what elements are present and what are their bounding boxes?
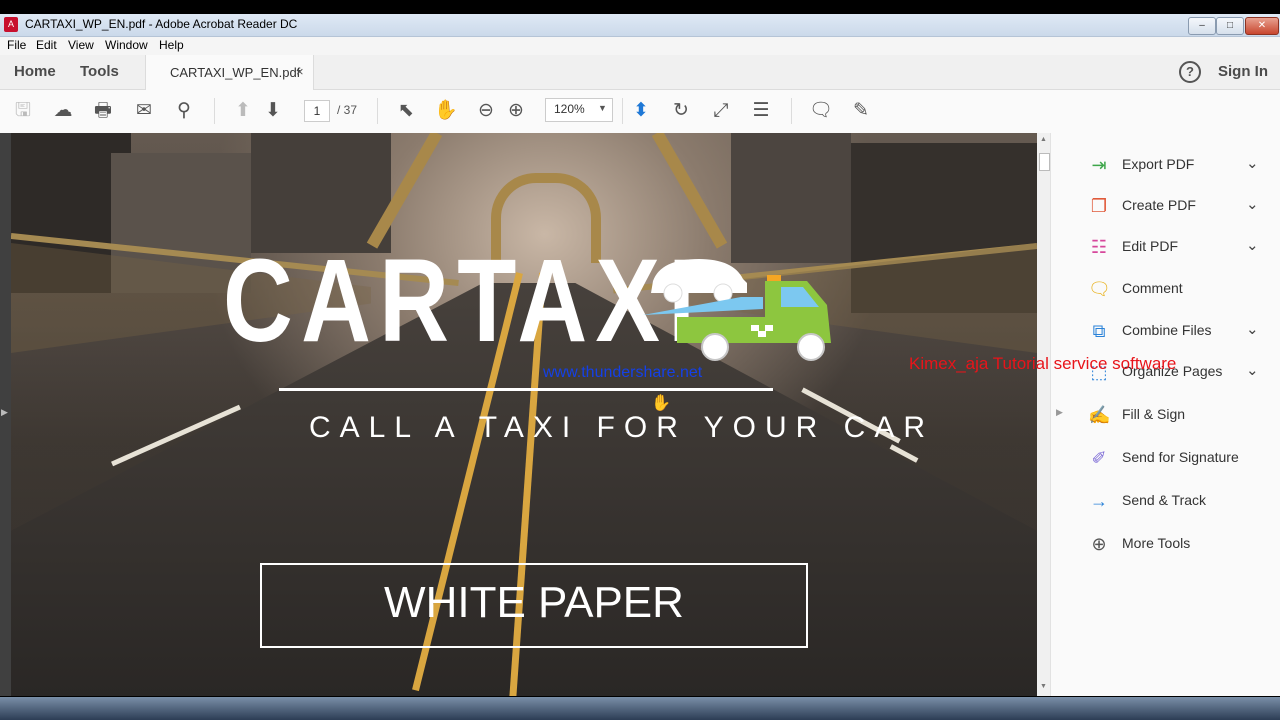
edit-pdf-icon: ☷: [1090, 237, 1108, 257]
tool-edit-pdf[interactable]: ☷ Edit PDF ⌄: [1088, 233, 1268, 263]
tool-combine-files[interactable]: ⧉ Combine Files ⌄: [1088, 317, 1268, 347]
tools-pane: ▶ ⇥ Export PDF ⌄ ❐ Create PDF ⌄ ☷ Edit P…: [1050, 133, 1280, 696]
save-icon[interactable]: 🖫: [11, 99, 35, 123]
fit-page-icon[interactable]: ⬍: [629, 99, 653, 123]
create-pdf-icon: ❐: [1090, 196, 1108, 216]
page-total: / 37: [337, 103, 358, 117]
document-tab-label: CARTAXI_WP_EN.pdf: [170, 65, 301, 80]
menu-file[interactable]: File: [7, 38, 26, 52]
menu-edit[interactable]: Edit: [36, 38, 57, 52]
tool-label: Comment: [1122, 280, 1183, 296]
fullscreen-icon[interactable]: ⤢: [709, 99, 733, 123]
document-view[interactable]: ▶ CARTAXI CALL A TAXI FOR YOUR CAR WHITE…: [0, 133, 1050, 696]
zoom-out-icon[interactable]: ⊖: [474, 99, 498, 123]
taskbar: [0, 697, 1280, 720]
tool-send-for-signature[interactable]: ✐ Send for Signature: [1088, 444, 1268, 474]
title-bar: A CARTAXI_WP_EN.pdf - Adobe Acrobat Read…: [0, 14, 1280, 37]
tool-create-pdf[interactable]: ❐ Create PDF ⌄: [1088, 192, 1268, 222]
menu-view[interactable]: View: [68, 38, 94, 52]
vertical-scrollbar[interactable]: ▲ ▼: [1037, 133, 1050, 696]
document-tab[interactable]: CARTAXI_WP_EN.pdf ×: [145, 55, 314, 90]
menu-help[interactable]: Help: [159, 38, 184, 52]
tool-label: Edit PDF: [1122, 238, 1179, 254]
watermark-text: Kimex_aja Tutorial service software: [909, 354, 1177, 373]
zoom-value: 120%: [554, 102, 585, 116]
collapse-pane-icon[interactable]: ▶: [1056, 407, 1063, 418]
highlight-pen-icon[interactable]: ✎: [849, 99, 873, 123]
tagline: CALL A TAXI FOR YOUR CAR: [309, 411, 935, 444]
zoom-select[interactable]: 120% ▼: [545, 98, 613, 122]
pdf-page[interactable]: CARTAXI CALL A TAXI FOR YOUR CAR WHITE P…: [11, 133, 1037, 696]
acrobat-app-icon: A: [4, 17, 18, 32]
chevron-down-icon[interactable]: ⌄: [1246, 154, 1259, 172]
chevron-down-icon[interactable]: ⌄: [1246, 195, 1259, 213]
minimize-button[interactable]: –: [1188, 17, 1216, 35]
tool-label: Export PDF: [1122, 156, 1195, 172]
more-tools-icon: ⊕: [1091, 534, 1107, 554]
print-icon[interactable]: 🖶: [91, 99, 115, 123]
close-tab-icon[interactable]: ×: [296, 64, 304, 79]
fill-sign-icon: ✍: [1088, 405, 1111, 425]
chevron-down-icon[interactable]: ⌄: [1246, 361, 1259, 379]
comment-icon[interactable]: 🗨: [809, 99, 833, 123]
chevron-down-icon[interactable]: ⌄: [1246, 320, 1259, 338]
search-icon[interactable]: ⚲: [172, 99, 196, 123]
send-track-icon: →: [1090, 491, 1108, 511]
tool-label: More Tools: [1122, 535, 1191, 551]
tool-send-track[interactable]: → Send & Track: [1088, 487, 1268, 517]
left-pane-toggle-icon[interactable]: ▶: [1, 407, 8, 418]
tool-label: Send & Track: [1122, 492, 1207, 508]
tool-more-tools[interactable]: ⊕ More Tools: [1088, 530, 1268, 560]
page-up-icon[interactable]: ⬆: [231, 99, 255, 123]
tool-label: Create PDF: [1122, 197, 1196, 213]
scroll-up-icon[interactable]: ▲: [1040, 136, 1047, 143]
tool-label: Send for Signature: [1122, 449, 1239, 465]
tool-label: Combine Files: [1122, 322, 1212, 338]
hand-cursor-icon: ✋: [651, 395, 671, 412]
combine-files-icon: ⧉: [1092, 321, 1106, 341]
scroll-down-icon[interactable]: ▼: [1040, 683, 1047, 690]
tow-truck-logo: [643, 259, 831, 361]
comment-icon: 🗨: [1088, 279, 1111, 299]
white-paper-box: WHITE PAPER: [260, 563, 808, 648]
tools-tab[interactable]: Tools: [80, 63, 119, 80]
home-tab[interactable]: Home: [14, 63, 56, 80]
help-icon[interactable]: ?: [1179, 61, 1201, 83]
window-title: CARTAXI_WP_EN.pdf - Adobe Acrobat Reader…: [25, 17, 298, 31]
cartaxi-logo-text: CARTAXI: [223, 235, 704, 367]
cloud-upload-icon[interactable]: ☁: [51, 99, 75, 123]
scroll-mode-icon[interactable]: ☰: [749, 99, 773, 123]
export-pdf-icon: ⇥: [1091, 155, 1107, 175]
toolbar: 🖫 ☁ 🖶 ✉ ⚲ ⬆ ⬇ 1 / 37 ⬉ ✋ ⊖ ⊕ 120% ▼ ⬍ ↻ …: [0, 90, 1280, 134]
tool-label: Fill & Sign: [1122, 406, 1186, 422]
chevron-down-icon[interactable]: ⌄: [1246, 236, 1259, 254]
menu-bar: File Edit View Window Help: [0, 37, 1280, 55]
maximize-button[interactable]: □: [1216, 17, 1244, 35]
tool-fill-sign[interactable]: ✍ Fill & Sign: [1088, 401, 1268, 431]
rotate-icon[interactable]: ↻: [669, 99, 693, 123]
sign-in-link[interactable]: Sign In: [1218, 63, 1268, 80]
email-icon[interactable]: ✉: [132, 99, 156, 123]
zoom-in-icon[interactable]: ⊕: [504, 99, 528, 123]
logo-underline: [279, 388, 773, 391]
white-paper-heading: WHITE PAPER: [384, 578, 684, 627]
page-number-input[interactable]: 1: [304, 100, 330, 122]
menu-window[interactable]: Window: [105, 38, 148, 52]
hand-tool-icon[interactable]: ✋: [434, 99, 458, 123]
tool-comment[interactable]: 🗨 Comment: [1088, 275, 1268, 305]
scrollbar-thumb[interactable]: [1039, 153, 1050, 171]
select-cursor-icon[interactable]: ⬉: [394, 99, 418, 123]
tool-export-pdf[interactable]: ⇥ Export PDF ⌄: [1088, 151, 1268, 181]
watermark-url: www.thundershare.net: [543, 364, 703, 381]
close-window-button[interactable]: ✕: [1245, 17, 1279, 35]
send-signature-icon: ✐: [1091, 448, 1107, 468]
nav-bar: Home Tools CARTAXI_WP_EN.pdf × ? Sign In: [0, 55, 1280, 90]
chevron-down-icon: ▼: [598, 103, 607, 113]
page-down-icon[interactable]: ⬇: [261, 99, 285, 123]
